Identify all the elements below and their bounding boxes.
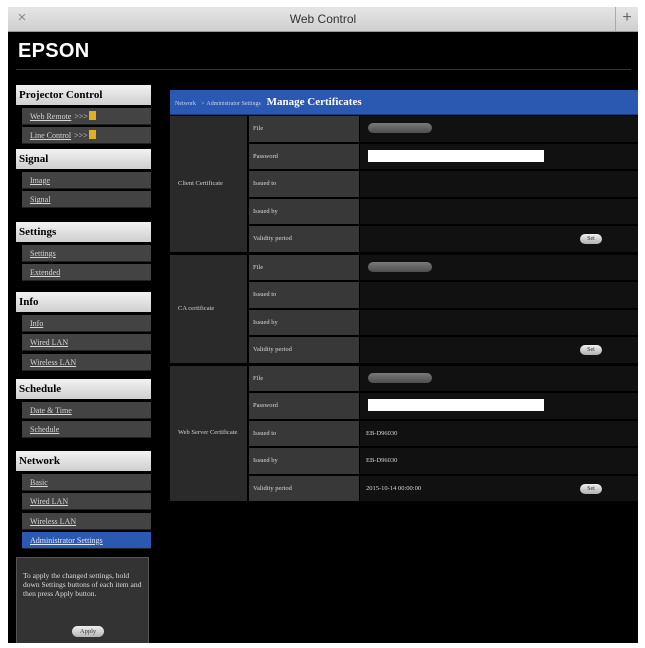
sidebar-item-info[interactable]: Info (22, 315, 151, 332)
sidebar-item-line-control[interactable]: Line Control >>> (22, 127, 151, 145)
field-value-password (360, 143, 638, 170)
title-bar: × Web Control + (8, 7, 638, 32)
sidebar-item-wired-lan[interactable]: Wired LAN (22, 334, 151, 352)
window-title: Web Control (289, 12, 357, 26)
popup-window-icon: >>> (74, 108, 96, 125)
sidebar-item-label: Signal (30, 195, 51, 205)
field-label-issued-by: Issued by (249, 198, 359, 225)
sidebar-item-label: Wired LAN (30, 338, 69, 348)
field-label-issued-to: Issued to (249, 420, 359, 447)
sidebar-item-date-and-time[interactable]: Date & Time (22, 402, 151, 419)
sidebar-item-schedule[interactable]: Schedule (22, 421, 151, 439)
group-label-web-server-certificate: Web Server Certificate (170, 365, 247, 502)
popup-arrow-text: >>> (74, 131, 88, 141)
sidebar-section-info: Info (16, 292, 151, 312)
field-label-password: Password (249, 393, 359, 420)
sidebar-section-signal: Signal (16, 149, 151, 169)
set-button[interactable]: Set (580, 483, 602, 494)
browser-window: × Web Control + EPSON Projector Control W… (8, 7, 638, 643)
file-browse-button[interactable] (368, 261, 432, 272)
sidebar-item-label: Administrator Settings (30, 535, 103, 545)
sidebar-item-label: Basic (30, 478, 48, 487)
set-button[interactable]: Set (580, 345, 602, 355)
breadcrumb-item[interactable]: Administrator Settings (206, 101, 261, 107)
password-input[interactable] (368, 399, 544, 411)
sidebar-item-label: Wireless LAN (30, 516, 77, 526)
sidebar-item-label: Web Remote (30, 112, 72, 121)
field-label-file: File (249, 116, 359, 143)
apply-button[interactable]: Apply (72, 626, 104, 637)
field-value-password (360, 393, 638, 420)
field-label-validity-period: Validity period (249, 226, 359, 253)
sidebar-item-wireless-lan[interactable]: Wireless LAN (22, 353, 151, 371)
sidebar-item-label: Line Control (30, 131, 72, 141)
field-value-text: EB-D96030 (366, 457, 398, 464)
field-value-issued-by: EB-D96030 (360, 448, 638, 475)
field-label-file: File (249, 365, 359, 392)
field-value-issued-by (360, 309, 638, 336)
file-browse-button[interactable] (368, 372, 432, 383)
sidebar-item-wired-lan[interactable]: Wired LAN (22, 493, 151, 511)
sidebar-item-basic[interactable]: Basic (22, 474, 151, 491)
sidebar-item-label: Wireless LAN (30, 357, 77, 367)
sidebar-item-label: Wired LAN (30, 497, 69, 507)
field-label-password: Password (249, 143, 359, 170)
sidebar-item-image[interactable]: Image (22, 172, 151, 189)
breadcrumb-separator: > (201, 101, 205, 107)
group-label-client-certificate: Client Certificate (170, 116, 247, 253)
sidebar-item-extended[interactable]: Extended (22, 264, 151, 282)
sidebar-section-settings: Settings (16, 222, 151, 242)
sidebar-item-label: Image (30, 176, 50, 185)
field-value-file (360, 365, 638, 392)
sidebar-section-schedule: Schedule (16, 379, 151, 399)
sidebar-item-wireless-lan[interactable]: Wireless LAN (22, 512, 151, 530)
field-value-issued-to: EB-D96030 (360, 420, 638, 447)
popup-window-icon: >>> (74, 127, 96, 144)
sidebar-item-settings[interactable]: Settings (22, 245, 151, 262)
popup-arrow-text: >>> (74, 112, 88, 121)
password-input[interactable] (368, 149, 544, 162)
page-title: Manage Certificates (266, 96, 362, 108)
sidebar-item-signal[interactable]: Signal (22, 191, 151, 209)
field-value-file (360, 116, 638, 143)
sidebar-section-network: Network (16, 451, 151, 471)
field-value-text: EB-D96030 (366, 429, 398, 437)
popup-window-glyph (88, 111, 96, 120)
field-value-issued-to (360, 171, 638, 198)
apply-note-panel: To apply the changed settings, hold down… (16, 557, 149, 643)
sidebar-item-administrator-settings[interactable]: Administrator Settings (22, 531, 151, 549)
sidebar-item-label: Schedule (30, 425, 60, 435)
field-value-validity-period: Set (360, 337, 638, 364)
file-browse-button[interactable] (368, 123, 432, 133)
sidebar-item-label: Settings (30, 249, 56, 258)
field-value-text: 2015-10-14 00:00:00 (366, 484, 422, 492)
field-value-issued-to (360, 282, 638, 309)
popup-window-glyph (88, 130, 96, 140)
field-value-validity-period: Set (360, 226, 638, 253)
sidebar-item-label: Extended (30, 268, 61, 278)
set-button[interactable]: Set (580, 234, 602, 244)
field-label-issued-to: Issued to (249, 171, 359, 198)
main-header: Network > Administrator Settings Manage Ce… (170, 90, 638, 115)
sidebar-section-projector-control: Projector Control (16, 85, 151, 105)
field-label-issued-by: Issued by (249, 309, 359, 336)
field-value-issued-by (360, 198, 638, 225)
field-label-issued-by: Issued by (249, 448, 359, 475)
field-label-validity-period: Validity period (249, 337, 359, 364)
brand-logo: EPSON (18, 40, 90, 62)
sidebar-item-label: Info (30, 319, 44, 328)
field-label-issued-to: Issued to (249, 282, 359, 309)
field-value-file (360, 254, 638, 281)
header-divider (16, 69, 631, 70)
apply-note-text: To apply the changed settings, hold down… (23, 571, 142, 598)
field-label-file: File (249, 254, 359, 281)
breadcrumb-item[interactable]: Network (175, 101, 196, 107)
field-value-validity-period: 2015-10-14 00:00:00 Set (360, 475, 638, 502)
sidebar-item-label: Date & Time (30, 406, 72, 415)
plus-icon[interactable]: + (615, 7, 638, 31)
field-label-validity-period: Validity period (249, 475, 359, 502)
sidebar-item-web-remote[interactable]: Web Remote >>> (22, 108, 151, 125)
group-label-ca-certificate: CA certificate (170, 254, 247, 364)
